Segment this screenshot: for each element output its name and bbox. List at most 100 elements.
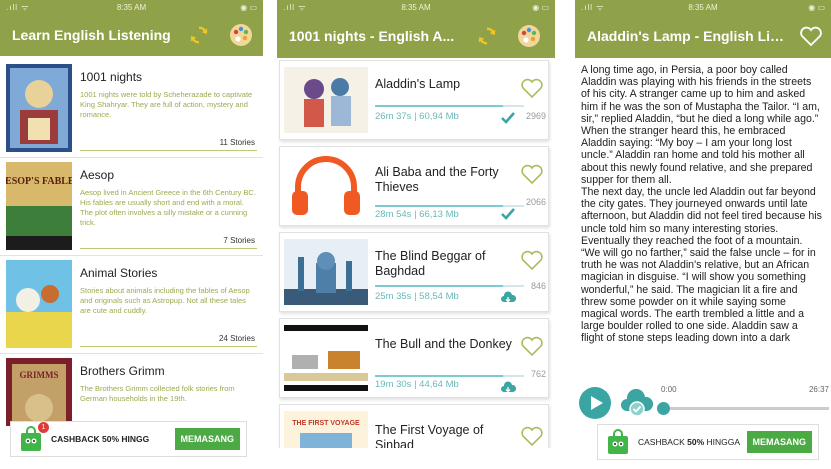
progress-bar xyxy=(375,375,524,377)
cloud-download-icon[interactable] xyxy=(500,381,516,395)
cloud-check-icon[interactable] xyxy=(619,389,655,417)
collection-description: Stories about animals including the fabl… xyxy=(80,286,250,315)
cover-text: AESOP'S FABLES xyxy=(6,176,72,187)
signal-icon: .ıll ᯤ xyxy=(581,2,605,12)
collection-name: Brothers Grimm xyxy=(80,364,165,378)
banner-text: CASHBACK 50% HINGGA xyxy=(638,437,740,447)
heart-icon[interactable] xyxy=(520,335,544,357)
divider xyxy=(80,150,257,151)
story-title: The First Voyage of Sinbad xyxy=(375,423,484,448)
screen-story-reader: .ıll ᯤ 8:35 AM ◉ ▭ Aladdin's Lamp - Engl… xyxy=(575,0,831,469)
battery-icon: ◉ ▭ xyxy=(532,2,549,12)
audio-player: 0:00 26:37 xyxy=(575,385,831,425)
battery-icon: ◉ ▭ xyxy=(808,2,825,12)
divider xyxy=(80,248,257,249)
collection-name: Aesop xyxy=(80,168,115,182)
story-count: 24 Stories xyxy=(218,334,255,343)
story-card[interactable]: The Blind Beggar of Baghdad 25m 35s | 58… xyxy=(279,232,549,312)
story-paragraph: “We will go no farther,” said the false … xyxy=(581,247,816,345)
page-title: 1001 nights - English A... xyxy=(289,28,455,44)
cover-text: THE FIRST VOYAGE xyxy=(292,420,360,427)
progress-fill xyxy=(375,105,504,107)
heart-icon[interactable] xyxy=(520,425,544,447)
page-title: Aladdin's Lamp - English List... xyxy=(587,28,787,44)
story-title: The Bull and the Donkey xyxy=(375,337,512,351)
status-bar: .ıll ᯤ 8:35 AM ◉ ▭ xyxy=(575,0,831,14)
palette-icon[interactable] xyxy=(517,24,541,48)
heart-icon[interactable] xyxy=(520,163,544,185)
story-count: 7 Stories xyxy=(223,236,255,245)
list-item[interactable]: AESOP'S FABLES Aesop Aesop lived in Anci… xyxy=(0,158,263,256)
check-icon xyxy=(501,112,515,124)
status-bar: .ıll ᯤ 8:35 AM ◉ ▭ xyxy=(277,0,555,14)
progress-bar xyxy=(375,285,524,287)
seek-bar[interactable] xyxy=(657,402,829,415)
play-icon xyxy=(591,396,603,410)
refresh-icon[interactable] xyxy=(188,24,210,46)
status-time: 8:35 AM xyxy=(116,2,147,12)
collection-description: 1001 nights were told by Scheherazade to… xyxy=(80,90,253,119)
screen-collections: .ıll ᯤ 8:35 AM ◉ ▭ Learn English Listeni… xyxy=(0,0,263,469)
story-count: 11 Stories xyxy=(219,138,255,147)
signal-icon: .ıll ᯤ xyxy=(283,2,307,12)
listen-count: 762 xyxy=(530,369,546,379)
story-card[interactable]: Ali Baba and the Forty Thieves 28m 54s |… xyxy=(279,146,549,226)
banner-text: CASHBACK 50% HINGG xyxy=(51,434,150,444)
story-thumbnail xyxy=(284,67,368,133)
story-card[interactable]: The Bull and the Donkey 19m 30s | 44,64 … xyxy=(279,318,549,398)
headphones-icon xyxy=(292,156,360,215)
story-title: Ali Baba and the Forty Thieves xyxy=(375,165,499,194)
list-item[interactable]: Animal Stories Stories about animals inc… xyxy=(0,256,263,354)
palette-icon[interactable] xyxy=(229,23,253,47)
app-bar: Learn English Listening xyxy=(0,14,263,56)
app-bar: 1001 nights - English A... xyxy=(277,14,555,58)
banner-text-bold: 50% xyxy=(687,437,705,447)
story-meta: 25m 35s | 58,54 Mb xyxy=(375,291,459,302)
progress-bar xyxy=(375,105,524,107)
collection-description: The Brothers Grimm collected folk storie… xyxy=(80,384,235,403)
install-button[interactable]: MEMASANG xyxy=(746,431,812,453)
collection-cover: GRIMMS xyxy=(6,358,72,426)
collection-name: Animal Stories xyxy=(80,266,158,280)
battery-icon: ◉ ▭ xyxy=(240,2,257,12)
banner-text-part: CASHBACK xyxy=(638,437,688,447)
story-thumbnail xyxy=(284,239,368,305)
refresh-icon[interactable] xyxy=(476,25,498,47)
shopping-bag-icon xyxy=(606,429,630,455)
progress-fill xyxy=(375,285,504,287)
divider xyxy=(80,346,257,347)
story-meta: 28m 54s | 66,13 Mb xyxy=(375,209,459,220)
page-title: Learn English Listening xyxy=(12,27,171,43)
collection-cover xyxy=(6,260,72,348)
story-card[interactable]: Aladdin's Lamp 26m 37s | 60,94 Mb 2969 xyxy=(279,60,549,140)
status-bar: .ıll ᯤ 8:35 AM ◉ ▭ xyxy=(0,0,263,14)
story-title: The Blind Beggar of Baghdad xyxy=(375,249,486,278)
status-time: 8:35 AM xyxy=(688,2,718,12)
story-meta: 19m 30s | 44,64 Mb xyxy=(375,379,459,390)
list-item[interactable]: 1001 nights 1001 nights were told by Sch… xyxy=(0,60,263,158)
screen-story-list: .ıll ᯤ 8:35 AM ◉ ▭ 1001 nights - English… xyxy=(277,0,555,469)
ad-banner[interactable]: 1 CASHBACK 50% HINGG MEMASANG xyxy=(10,421,247,457)
status-time: 8:35 AM xyxy=(401,2,431,12)
heart-icon[interactable] xyxy=(799,25,823,47)
heart-icon[interactable] xyxy=(520,77,544,99)
install-button[interactable]: MEMASANG xyxy=(174,428,240,450)
story-text: A long time ago, in Persia, a poor boy c… xyxy=(581,64,823,382)
collection-description: Aesop lived in Ancient Greece in the 6th… xyxy=(80,188,256,227)
story-title: Aladdin's Lamp xyxy=(375,77,461,91)
cloud-download-icon[interactable] xyxy=(500,291,516,305)
cover-text: GRIMMS xyxy=(20,370,59,380)
listen-count: 846 xyxy=(530,281,546,291)
app-bar: Aladdin's Lamp - English List... xyxy=(575,14,831,58)
seek-handle[interactable] xyxy=(657,402,670,415)
banner-text-part: HINGGA xyxy=(704,437,741,447)
play-button[interactable] xyxy=(579,387,611,419)
heart-icon[interactable] xyxy=(520,249,544,271)
ad-banner[interactable]: CASHBACK 50% HINGGA MEMASANG xyxy=(597,424,819,460)
collection-cover xyxy=(6,64,72,152)
listen-count: 2066 xyxy=(525,197,546,207)
list-item[interactable]: GRIMMS Brothers Grimm The Brothers Grimm… xyxy=(0,354,263,426)
progress-fill xyxy=(375,205,504,207)
collection-cover: AESOP'S FABLES xyxy=(6,162,72,250)
story-card[interactable]: THE FIRST VOYAGE The First Voyage of Sin… xyxy=(279,404,549,448)
